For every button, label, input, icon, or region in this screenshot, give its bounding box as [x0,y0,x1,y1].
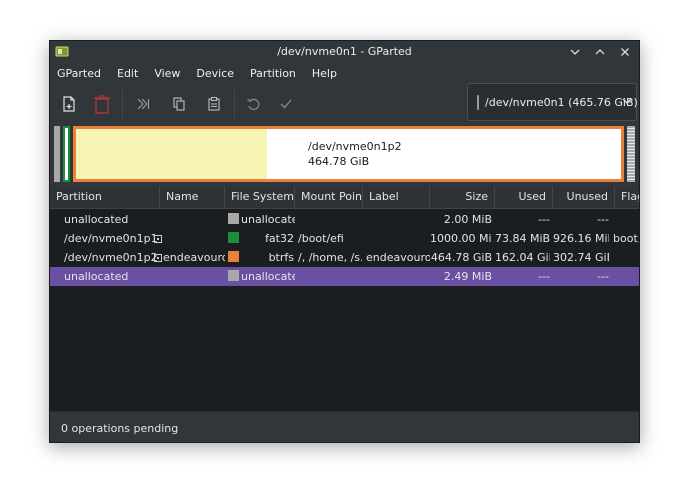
cell-size: 1000.00 MiB [430,232,492,245]
cell-used: --- [538,270,550,283]
lock-icon [153,235,162,243]
window-title: /dev/nvme0n1 - GParted [277,45,412,58]
apply-button[interactable] [275,93,297,115]
device-selector[interactable]: /dev/nvme0n1 (465.76 GiB) [467,83,638,121]
cell-name [163,267,225,286]
partition-map-size: 464.78 GiB [308,155,370,168]
close-icon[interactable] [617,44,633,60]
paste-button[interactable] [203,93,225,115]
checkmark-icon [280,99,292,109]
cell-flags: boot, esp [613,232,639,245]
menu-help[interactable]: Help [304,63,345,85]
cell-unused: 926.16 MiB [553,232,609,245]
filesystem-color-swatch [228,270,239,281]
cell-label [366,210,430,229]
filesystem-color-swatch [228,251,239,262]
table-row[interactable]: /dev/nvme0n1p2 endeavouros btrfs /, /home, … [50,248,639,267]
cell-name [163,229,225,248]
cell-label [366,229,430,248]
filesystem-color-swatch [228,232,239,243]
copy-icon [173,97,185,111]
table-row[interactable]: /dev/nvme0n1p1 fat32/boot/efi 1000.00 MiB7… [50,229,639,248]
cell-label: endeavouros [366,251,430,264]
resize-move-icon [137,98,150,110]
paste-icon [208,97,220,111]
trash-icon [94,95,110,114]
undo-icon [247,98,260,110]
gparted-window: /dev/nvme0n1 - GParted GParted Edit View… [49,40,640,443]
menu-partition[interactable]: Partition [242,63,304,85]
menu-bar: GParted Edit View Device Partition Help [50,63,639,85]
column-unused[interactable]: Unused [553,186,615,208]
cell-label [366,267,430,286]
device-selector-label: /dev/nvme0n1 (465.76 GiB) [485,95,638,109]
partition-map-nvme0n1p2[interactable]: /dev/nvme0n1p2 464.78 GiB [73,126,624,182]
copy-button[interactable] [168,93,190,115]
cell-file-system: unallocated [241,270,295,283]
title-bar[interactable]: /dev/nvme0n1 - GParted [50,41,639,63]
partition-map-unallocated-end[interactable] [627,126,635,182]
partition-map: /dev/nvme0n1p2 464.78 GiB [50,123,639,186]
cell-partition: unallocated [64,270,129,283]
cell-size: 2.49 MiB [443,270,492,283]
menu-device[interactable]: Device [188,63,242,85]
column-name[interactable]: Name [160,186,225,208]
column-label[interactable]: Label [363,186,430,208]
cell-used: --- [538,213,550,226]
maximize-icon[interactable] [592,44,608,60]
cell-unused: --- [597,270,609,283]
column-file-system[interactable]: File System [225,186,295,208]
partition-table: Partition Name File System Mount Point L… [50,186,639,411]
cell-unused: 302.74 GiB [553,251,609,264]
chevron-down-icon [622,98,632,104]
cell-file-system: unallocated [241,213,295,226]
table-row[interactable]: unallocated unallocated 2.49 MiB --- --- [50,267,639,286]
cell-name [163,210,225,229]
lock-icon [153,254,162,262]
column-partition[interactable]: Partition [50,186,160,208]
window-menu-chevron-icon[interactable] [567,44,583,60]
resize-move-button[interactable] [132,93,154,115]
column-flags[interactable]: Flags [615,186,639,208]
cell-partition: /dev/nvme0n1p1 [64,232,158,245]
cell-partition: unallocated [64,213,129,226]
cell-mount-point: /, /home, /s... [298,251,362,264]
disk-icon [477,94,479,110]
delete-partition-button[interactable] [91,93,113,115]
partition-map-name: /dev/nvme0n1p2 [308,140,402,153]
cell-flags [613,248,639,267]
undo-button[interactable] [242,93,264,115]
column-used[interactable]: Used [495,186,553,208]
menu-gparted[interactable]: GParted [50,63,109,85]
cell-size: 464.78 GiB [430,251,492,264]
cell-mount-point [298,267,362,286]
table-row[interactable]: unallocated unallocated 2.00 MiB --- --- [50,210,639,229]
column-mount-point[interactable]: Mount Point [295,186,363,208]
cell-size: 2.00 MiB [443,213,492,226]
partition-map-used-space [76,129,267,179]
operations-pending-status: 0 operations pending [61,422,179,435]
partition-map-unallocated-start[interactable] [54,126,60,182]
partition-map-nvme0n1p1[interactable] [63,126,70,182]
menu-view[interactable]: View [146,63,188,85]
cell-mount-point [298,210,362,229]
column-size[interactable]: Size [430,186,495,208]
new-document-icon [63,96,75,112]
menu-edit[interactable]: Edit [109,63,146,85]
cell-partition: /dev/nvme0n1p2 [64,251,158,264]
status-bar: 0 operations pending [50,411,639,442]
cell-unused: --- [597,213,609,226]
table-header: Partition Name File System Mount Point L… [50,186,639,209]
cell-file-system: fat32 [265,232,294,245]
cell-flags [613,210,639,229]
cell-mount-point: /boot/efi [298,232,344,245]
filesystem-color-swatch [228,213,239,224]
cell-file-system: btrfs [268,251,294,264]
cell-used: 162.04 GiB [495,251,550,264]
cell-name: endeavouros [163,251,225,264]
new-partition-button[interactable] [58,93,80,115]
cell-flags [613,267,639,286]
cell-used: 73.84 MiB [495,232,550,245]
